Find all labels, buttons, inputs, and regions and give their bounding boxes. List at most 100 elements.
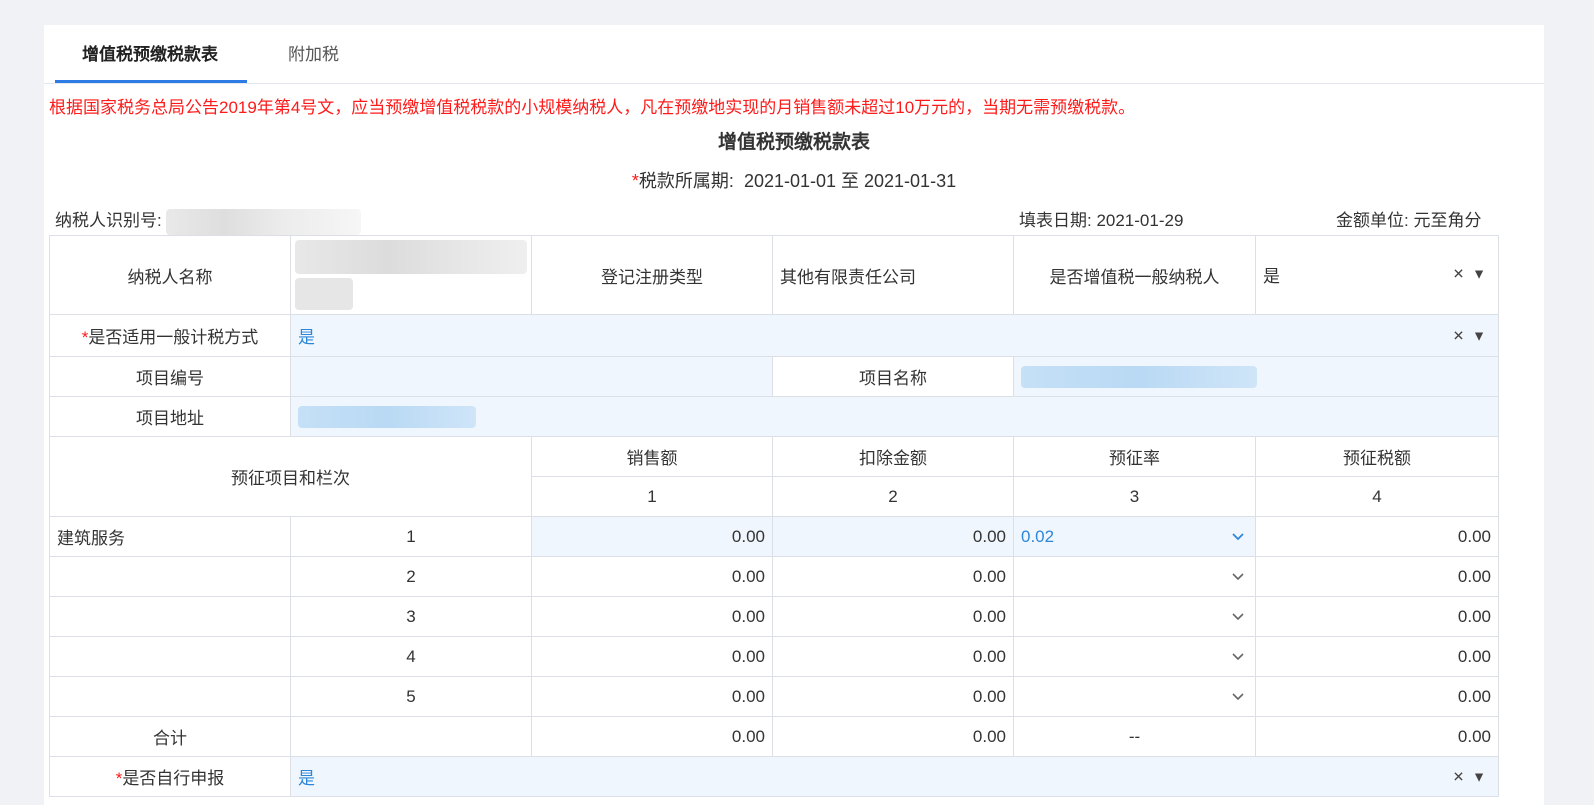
col-num: 3 xyxy=(1013,476,1256,517)
project-no-label: 项目编号 xyxy=(49,356,291,397)
table-row: 项目地址 xyxy=(49,396,1499,437)
general-taxpayer-select[interactable]: 是 ✕ ▼ xyxy=(1255,235,1499,315)
taxpayer-name-value xyxy=(290,235,532,315)
required-mark: * xyxy=(631,171,639,191)
tax-period: *税款所属期: 2021-01-01 至 2021-01-31 xyxy=(44,167,1544,193)
col-num: 4 xyxy=(1255,476,1499,517)
general-taxpayer-label: 是否增值税一般纳税人 xyxy=(1013,235,1256,315)
general-method-label: *是否适用一般计税方式 xyxy=(49,314,291,357)
sales-input[interactable]: 0.00 xyxy=(531,516,773,557)
table-row: 纳税人名称 登记注册类型 其他有限责任公司 是否增值税一般纳税人 是 ✕ ▼ xyxy=(49,235,1499,315)
col-header-rate: 预征率 xyxy=(1013,436,1256,477)
select-controls: ✕ ▼ xyxy=(1453,768,1486,785)
sales-value: 0.00 xyxy=(531,676,773,717)
redacted-taxpayer-name-2 xyxy=(295,278,353,310)
row-num: 2 xyxy=(290,556,532,597)
rate-select[interactable] xyxy=(1013,596,1256,637)
tax-value: 0.00 xyxy=(1255,596,1499,637)
table-row: *是否适用一般计税方式 是 ✕ ▼ xyxy=(49,314,1499,357)
table-row: 5 0.00 0.00 0.00 xyxy=(49,676,1499,717)
row-item-name xyxy=(49,636,291,677)
period-label: 税款所属期: xyxy=(638,171,734,191)
chevron-down-icon xyxy=(1232,692,1244,700)
taxpayer-name-label: 纳税人名称 xyxy=(49,235,291,315)
self-report-select[interactable]: 是 ✕ ▼ xyxy=(290,756,1499,797)
close-icon[interactable]: ✕ xyxy=(1453,768,1465,784)
caret-down-icon[interactable]: ▼ xyxy=(1472,327,1486,343)
caret-down-icon[interactable]: ▼ xyxy=(1472,266,1486,282)
table-row: 建筑服务 1 0.00 0.00 0.02 0.00 xyxy=(49,516,1499,557)
project-no-input[interactable] xyxy=(290,356,773,397)
general-method-select[interactable]: 是 ✕ ▼ xyxy=(290,314,1499,357)
sales-value: 0.00 xyxy=(531,636,773,677)
rate-select[interactable] xyxy=(1013,636,1256,677)
redacted-taxpayer-id xyxy=(166,208,362,235)
total-rate: -- xyxy=(1013,716,1256,757)
self-report-label: *是否自行申报 xyxy=(49,756,291,797)
project-name-label: 项目名称 xyxy=(772,356,1014,397)
row-item-name xyxy=(49,676,291,717)
deduct-value: 0.00 xyxy=(772,556,1014,597)
form-title: 增值税预缴税款表 xyxy=(717,132,870,153)
general-taxpayer-value: 是 xyxy=(1263,267,1280,286)
sales-value: 0.00 xyxy=(531,596,773,637)
close-icon[interactable]: ✕ xyxy=(1453,266,1465,282)
deduct-value: 0.00 xyxy=(772,636,1014,677)
total-tax: 0.00 xyxy=(1255,716,1499,757)
chevron-down-icon xyxy=(1232,612,1244,620)
amount-unit: 金额单位: 元至角分 xyxy=(1336,211,1482,230)
table-row: 4 0.00 0.00 0.00 xyxy=(49,636,1499,677)
active-tab-indicator xyxy=(55,80,247,83)
tax-value: 0.00 xyxy=(1255,676,1499,717)
fill-date: 填表日期: 2021-01-29 xyxy=(1019,211,1184,230)
taxpayer-id: 纳税人识别号: xyxy=(55,206,362,235)
deduct-value: 0.00 xyxy=(772,676,1014,717)
row-num: 1 xyxy=(290,516,532,557)
self-report-label-text: 是否自行申报 xyxy=(122,769,225,788)
rate-select[interactable] xyxy=(1013,556,1256,597)
caret-down-icon[interactable]: ▼ xyxy=(1472,768,1486,784)
deduct-input[interactable]: 0.00 xyxy=(772,516,1014,557)
row-item-name: 建筑服务 xyxy=(49,516,291,557)
total-sales: 0.00 xyxy=(531,716,773,757)
select-controls: ✕ ▼ xyxy=(1453,266,1486,283)
self-report-value: 是 xyxy=(298,769,315,788)
project-addr-input[interactable] xyxy=(290,396,1499,437)
row-num: 3 xyxy=(290,596,532,637)
redacted-taxpayer-name xyxy=(295,240,527,274)
tab-bar: 增值税预缴税款表 附加税 xyxy=(44,25,1544,84)
rate-select[interactable]: 0.02 xyxy=(1013,516,1256,557)
main-card: 增值税预缴税款表 附加税 根据国家税务总局公告2019年第4号文，应当预缴增值税… xyxy=(44,25,1544,805)
chevron-down-icon xyxy=(1232,532,1244,540)
reg-type-label: 登记注册类型 xyxy=(531,235,773,315)
col-header-deduct: 扣除金额 xyxy=(772,436,1014,477)
project-name-input[interactable] xyxy=(1013,356,1499,397)
row-item-name xyxy=(49,556,291,597)
period-value: 2021-01-01 至 2021-01-31 xyxy=(743,171,957,191)
col-header-sales: 销售额 xyxy=(531,436,773,477)
total-label: 合计 xyxy=(49,716,291,757)
general-method-value: 是 xyxy=(298,328,315,347)
col-header-items: 预征项目和栏次 xyxy=(49,436,532,517)
total-num xyxy=(290,716,532,757)
tab-vat-prepay[interactable]: 增值税预缴税款表 xyxy=(82,25,218,83)
row-num: 4 xyxy=(290,636,532,677)
policy-notice: 根据国家税务总局公告2019年第4号文，应当预缴增值税税款的小规模纳税人，凡在预… xyxy=(49,98,1136,117)
tax-value: 0.00 xyxy=(1255,636,1499,677)
general-method-label-text: 是否适用一般计税方式 xyxy=(88,328,259,347)
taxpayer-id-label: 纳税人识别号: xyxy=(55,211,162,230)
table-row: *是否自行申报 是 ✕ ▼ xyxy=(49,756,1499,797)
row-num: 5 xyxy=(290,676,532,717)
close-icon[interactable]: ✕ xyxy=(1453,327,1465,343)
table-row: 项目编号 项目名称 xyxy=(49,356,1499,397)
row-item-name xyxy=(49,596,291,637)
project-addr-label: 项目地址 xyxy=(49,396,291,437)
rate-select[interactable] xyxy=(1013,676,1256,717)
rate-value: 0.02 xyxy=(1021,526,1055,546)
col-header-tax: 预征税额 xyxy=(1255,436,1499,477)
tab-surcharge[interactable]: 附加税 xyxy=(288,25,339,83)
prepay-table: 纳税人名称 登记注册类型 其他有限责任公司 是否增值税一般纳税人 是 ✕ ▼ *… xyxy=(49,235,1499,797)
sales-value: 0.00 xyxy=(531,556,773,597)
col-num: 1 xyxy=(531,476,773,517)
total-deduct: 0.00 xyxy=(772,716,1014,757)
